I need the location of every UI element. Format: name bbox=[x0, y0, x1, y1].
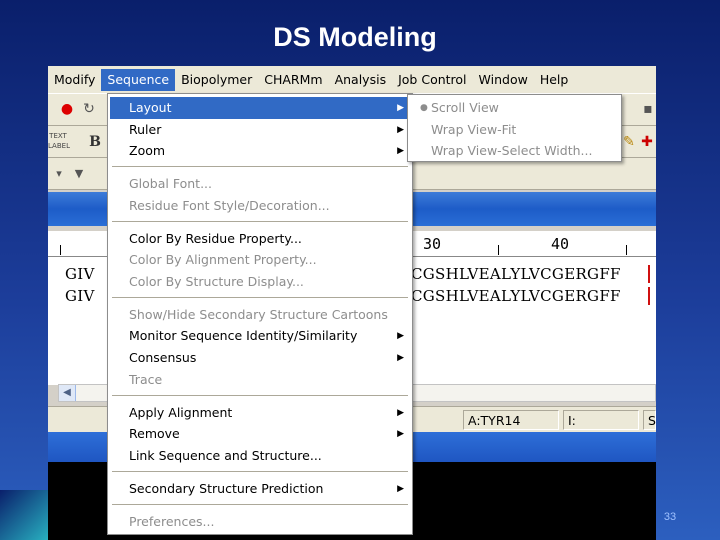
menu-item-label: Secondary Structure Prediction bbox=[129, 481, 324, 496]
sequence-row-1-prefix: GIV bbox=[65, 265, 95, 283]
slide-corner-decoration bbox=[0, 490, 48, 540]
menu-item-show-hide-cartoons: Show/Hide Secondary Structure Cartoons bbox=[129, 307, 388, 322]
selection-marker bbox=[648, 287, 650, 305]
sequence-row-2-residues[interactable]: CGSHLVEALYLVCGERGFF bbox=[411, 287, 621, 305]
menu-item-label: Apply Alignment bbox=[129, 405, 233, 420]
menu-item-color-by-residue[interactable]: Color By Residue Property... bbox=[110, 228, 410, 250]
checked-bullet-icon: ● bbox=[420, 103, 428, 113]
menu-separator bbox=[112, 504, 408, 505]
menu-item-link-sequence[interactable]: Link Sequence and Structure... bbox=[110, 445, 410, 467]
menu-item-consensus[interactable]: Consensus ▶ bbox=[110, 347, 410, 369]
menu-separator bbox=[112, 221, 408, 222]
menu-item-label: Monitor Sequence Identity/Similarity bbox=[129, 328, 358, 343]
menu-item-trace: Trace bbox=[129, 372, 163, 387]
menu-item-color-by-alignment: Color By Alignment Property... bbox=[129, 252, 317, 267]
page-number: 33 bbox=[663, 511, 677, 523]
menu-item-monitor-identity[interactable]: Monitor Sequence Identity/Similarity ▶ bbox=[110, 325, 410, 347]
menu-separator bbox=[112, 166, 408, 167]
menu-separator bbox=[112, 395, 408, 396]
red-tool-icon[interactable]: ● bbox=[56, 98, 78, 120]
menu-item-global-font: Global Font... bbox=[129, 176, 212, 191]
menu-window[interactable]: Window bbox=[473, 69, 534, 91]
menu-biopolymer[interactable]: Biopolymer bbox=[175, 69, 258, 91]
highlight-icon[interactable]: ✚ bbox=[636, 131, 656, 153]
menu-item-preferences: Preferences... bbox=[129, 514, 215, 529]
menu-item-label: Consensus bbox=[129, 350, 197, 365]
submenu-item-scroll-view[interactable]: ● Scroll View bbox=[410, 97, 618, 119]
status-residue: A:TYR14 bbox=[463, 410, 559, 430]
dropdown-icon[interactable]: ▼ bbox=[68, 163, 90, 185]
menu-item-label: Remove bbox=[129, 426, 180, 441]
submenu-arrow-icon: ▶ bbox=[397, 353, 404, 363]
menu-modify[interactable]: Modify bbox=[48, 69, 101, 91]
submenu-arrow-icon: ▶ bbox=[397, 103, 404, 113]
menu-item-layout[interactable]: Layout ▶ bbox=[110, 97, 410, 119]
ruler-tick-30: 30 bbox=[423, 235, 442, 253]
sequence-row-1-residues[interactable]: CGSHLVEALYLVCGERGFF bbox=[411, 265, 621, 283]
sequence-row-2-prefix: GIV bbox=[65, 287, 95, 305]
submenu-arrow-icon: ▶ bbox=[397, 125, 404, 135]
menu-item-label: Ruler bbox=[129, 122, 162, 137]
ruler-tick-40: 40 bbox=[551, 235, 570, 253]
menu-item-label: Zoom bbox=[129, 143, 166, 158]
scroll-left-icon[interactable]: ◀ bbox=[59, 385, 76, 401]
submenu-item-label: Scroll View bbox=[431, 100, 499, 115]
submenu-arrow-icon: ▶ bbox=[397, 484, 404, 494]
menu-separator bbox=[112, 471, 408, 472]
menu-item-apply-alignment[interactable]: Apply Alignment ▶ bbox=[110, 402, 410, 424]
menu-item-remove[interactable]: Remove ▶ bbox=[110, 423, 410, 445]
ruler-mark bbox=[60, 245, 61, 255]
menu-charmm[interactable]: CHARMm bbox=[258, 69, 328, 91]
submenu-arrow-icon: ▶ bbox=[397, 429, 404, 439]
submenu-item-wrap-view-select-width[interactable]: Wrap View-Select Width... bbox=[410, 140, 618, 162]
submenu-arrow-icon: ▶ bbox=[397, 408, 404, 418]
menu-item-color-by-structure: Color By Structure Display... bbox=[129, 274, 304, 289]
menu-item-residue-font-style: Residue Font Style/Decoration... bbox=[129, 198, 330, 213]
rotate-tool-icon[interactable]: ↻ bbox=[78, 98, 100, 120]
status-index: I: bbox=[563, 410, 639, 430]
menu-help[interactable]: Help bbox=[534, 69, 575, 91]
submenu-arrow-icon: ▶ bbox=[397, 146, 404, 156]
menu-item-label: Layout bbox=[129, 100, 172, 115]
menu-item-ruler[interactable]: Ruler ▶ bbox=[110, 119, 410, 141]
menu-separator bbox=[112, 297, 408, 298]
layout-submenu: ● Scroll View Wrap View-Fit Wrap View-Sel… bbox=[407, 94, 622, 162]
down-arrow-icon[interactable]: ▾ bbox=[48, 163, 70, 185]
submenu-item-wrap-view-fit[interactable]: Wrap View-Fit bbox=[410, 119, 618, 141]
menu-item-zoom[interactable]: Zoom ▶ bbox=[110, 140, 410, 162]
menu-sequence[interactable]: Sequence bbox=[101, 68, 176, 91]
menubar: Modify Sequence Biopolymer CHARMm Analys… bbox=[48, 66, 656, 93]
menu-item-secondary-structure-prediction[interactable]: Secondary Structure Prediction ▶ bbox=[110, 478, 410, 500]
status-extra: S bbox=[643, 410, 656, 430]
sequence-menu: Layout ▶ Ruler ▶ Zoom ▶ Global Font... Resi… bbox=[107, 93, 413, 535]
slide-title: DS Modeling bbox=[273, 22, 437, 52]
text-label-button[interactable]: TEXT LABEL bbox=[48, 131, 70, 153]
ruler-mark bbox=[626, 245, 627, 255]
menu-job-control[interactable]: Job Control bbox=[392, 69, 472, 91]
bold-button[interactable]: B bbox=[84, 131, 106, 153]
toolbar-extra-icon[interactable]: ▪ bbox=[637, 98, 656, 120]
ruler-mark bbox=[498, 245, 499, 255]
menu-analysis[interactable]: Analysis bbox=[329, 69, 393, 91]
submenu-arrow-icon: ▶ bbox=[397, 331, 404, 341]
selection-marker bbox=[648, 265, 650, 283]
